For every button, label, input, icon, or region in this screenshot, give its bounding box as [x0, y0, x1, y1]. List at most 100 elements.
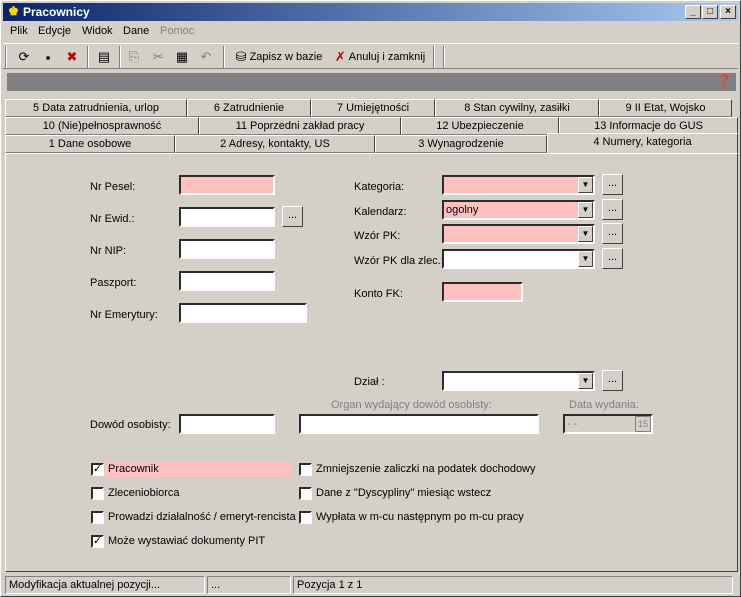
copy-icon[interactable]: ⎘: [123, 47, 145, 67]
nr-pesel-field[interactable]: [179, 175, 275, 195]
menu-bar: Plik Edycje Widok Dane Pomoc: [3, 23, 738, 41]
status-left: Modyfikacja aktualnej pozycji...: [5, 576, 205, 594]
menu-dane[interactable]: Dane: [123, 25, 149, 37]
wzor-pk-zlec-select[interactable]: ▼: [442, 249, 595, 269]
wyplata-label: Wypłata w m-cu następnym po m-cu pracy: [316, 511, 524, 523]
pit-label: Może wystawiać dokumenty PIT: [108, 535, 266, 547]
wyplata-checkbox[interactable]: [299, 511, 312, 524]
dowod-field[interactable]: [179, 414, 275, 434]
pracownik-checkbox[interactable]: ✓: [91, 463, 104, 476]
zaliczka-checkbox[interactable]: [299, 463, 312, 476]
save-icon[interactable]: ▪: [37, 47, 59, 67]
chevron-down-icon[interactable]: ▼: [578, 251, 593, 267]
info-bar: ❓: [7, 73, 736, 91]
paszport-field[interactable]: [179, 271, 275, 291]
wzor-pk-label: Wzór PK:: [354, 230, 401, 242]
menu-plik[interactable]: Plik: [10, 25, 28, 37]
tab-stan-cywilny[interactable]: 8 Stan cywilny, zasiłki: [435, 99, 599, 117]
dzialalnosc-checkbox[interactable]: [91, 511, 104, 524]
organ-field[interactable]: [299, 414, 539, 434]
wzor-pk-select[interactable]: ▼: [442, 224, 595, 244]
wzor-pk-zlec-label: Wzór PK dla zlec.:: [354, 255, 444, 267]
kategoria-browse-button[interactable]: ...: [602, 174, 623, 195]
calendar-icon[interactable]: 15: [635, 416, 651, 432]
tab-row-1: 5 Data zatrudnienia, urlop 6 Zatrudnieni…: [5, 99, 738, 117]
zleceniobiorca-label: Zleceniobiorca: [108, 487, 180, 499]
status-position: Pozycja 1 z 1: [293, 576, 733, 594]
status-mid: ...: [207, 576, 291, 594]
kalendarz-browse-button[interactable]: ...: [602, 199, 623, 220]
kalendarz-label: Kalendarz:: [354, 206, 407, 218]
konto-fk-label: Konto FK:: [354, 288, 403, 300]
organ-label: Organ wydający dowód osobisty:: [331, 399, 492, 411]
save-to-db-button[interactable]: ⛁ Zapisz w bazie: [231, 47, 327, 67]
dzial-browse-button[interactable]: ...: [602, 370, 623, 391]
dzial-label: Dział :: [354, 376, 385, 388]
window-title: Pracownicy: [23, 5, 90, 19]
cancel-icon: ✗: [334, 49, 346, 64]
maximize-button[interactable]: □: [702, 5, 718, 19]
chevron-down-icon[interactable]: ▼: [578, 177, 593, 193]
data-wydania-label: Data wydania:: [569, 399, 639, 411]
zaliczka-label: Zmniejszenie zaliczki na podatek dochodo…: [316, 463, 536, 475]
dzial-select[interactable]: ▼: [442, 371, 595, 391]
minimize-button[interactable]: _: [685, 5, 701, 19]
delete-icon[interactable]: ✖: [61, 47, 83, 67]
dowod-label: Dowód osobisty:: [90, 419, 171, 431]
paste-icon[interactable]: ▦: [171, 47, 193, 67]
tab-numery-kategoria[interactable]: 4 Numery, kategoria: [547, 133, 738, 153]
dzialalnosc-label: Prowadzi działalność / emeryt-rencista: [108, 511, 296, 523]
pit-checkbox[interactable]: ✓: [91, 535, 104, 548]
kalendarz-value: ogolny: [446, 204, 479, 216]
nr-nip-field[interactable]: [179, 239, 275, 259]
undo-icon[interactable]: ↶: [195, 47, 217, 67]
cut-icon[interactable]: ✂: [147, 47, 169, 67]
nr-ewid-browse-button[interactable]: ...: [282, 206, 303, 227]
nr-pesel-label: Nr Pesel:: [90, 181, 136, 193]
cancel-close-button[interactable]: ✗ Anuluj i zamknij: [331, 47, 429, 67]
chevron-down-icon[interactable]: ▼: [578, 373, 593, 389]
menu-edycje[interactable]: Edycje: [38, 25, 71, 37]
wzor-pk-browse-button[interactable]: ...: [602, 223, 623, 244]
tab-dane-osobowe[interactable]: 1 Dane osobowe: [5, 135, 175, 153]
paszport-label: Paszport:: [90, 277, 137, 289]
refresh-icon[interactable]: ⟳: [13, 47, 35, 67]
tab-wynagrodzenie[interactable]: 3 Wynagrodzenie: [375, 135, 547, 153]
menu-pomoc[interactable]: Pomoc: [160, 25, 194, 37]
data-wydania-field[interactable]: - - 15: [563, 414, 653, 434]
dyscypliny-checkbox[interactable]: [299, 487, 312, 500]
data-wydania-value: - -: [567, 418, 578, 430]
kategoria-select[interactable]: ▼: [442, 175, 595, 195]
chevron-down-icon[interactable]: ▼: [578, 202, 593, 218]
nr-ewid-field[interactable]: [179, 207, 275, 227]
help-icon[interactable]: ❓: [716, 73, 732, 89]
tab-data-zatrudnienia[interactable]: 5 Data zatrudnienia, urlop: [5, 99, 187, 117]
chevron-down-icon[interactable]: ▼: [578, 226, 593, 242]
nr-ewid-label: Nr Ewid.:: [90, 213, 135, 225]
separator: [433, 46, 435, 68]
nr-emerytury-field[interactable]: [179, 303, 307, 323]
tab-adresy[interactable]: 2 Adresy, kontakty, US: [175, 135, 375, 153]
menu-widok[interactable]: Widok: [82, 25, 113, 37]
konto-fk-field[interactable]: [442, 282, 523, 302]
separator: [87, 46, 89, 68]
close-button[interactable]: ×: [720, 5, 736, 19]
separator: [443, 46, 445, 68]
tab-zatrudnienie[interactable]: 6 Zatrudnienie: [187, 99, 311, 117]
dyscypliny-label: Dane z "Dyscypliny" miesiąc wstecz: [316, 487, 492, 499]
db-save-icon: ⛁: [235, 49, 247, 64]
wzor-pk-zlec-browse-button[interactable]: ...: [602, 248, 623, 269]
pracownik-label: Pracownik: [108, 463, 159, 475]
tab-poprzedni-zaklad[interactable]: 11 Poprzedni zakład pracy: [199, 117, 401, 135]
nr-emerytury-label: Nr Emerytury:: [90, 309, 158, 321]
toolbar-grip: [5, 46, 7, 68]
zleceniobiorca-checkbox[interactable]: [91, 487, 104, 500]
tab-ii-etat[interactable]: 9 II Etat, Wojsko: [599, 99, 732, 117]
window: ♚ Pracownicy _ □ × Plik Edycje Widok Dan…: [0, 0, 741, 597]
save-to-db-label: Zapisz w bazie: [249, 51, 323, 63]
properties-icon[interactable]: ▤: [93, 47, 115, 67]
tab-ubezpieczenie[interactable]: 12 Ubezpieczenie: [401, 117, 559, 135]
tab-niepelnosprawnosc[interactable]: 10 (Nie)pełnosprawność: [5, 117, 199, 135]
kalendarz-select[interactable]: ogolny ▼: [442, 200, 595, 220]
tab-umiejetnosci[interactable]: 7 Umiejętności: [311, 99, 435, 117]
